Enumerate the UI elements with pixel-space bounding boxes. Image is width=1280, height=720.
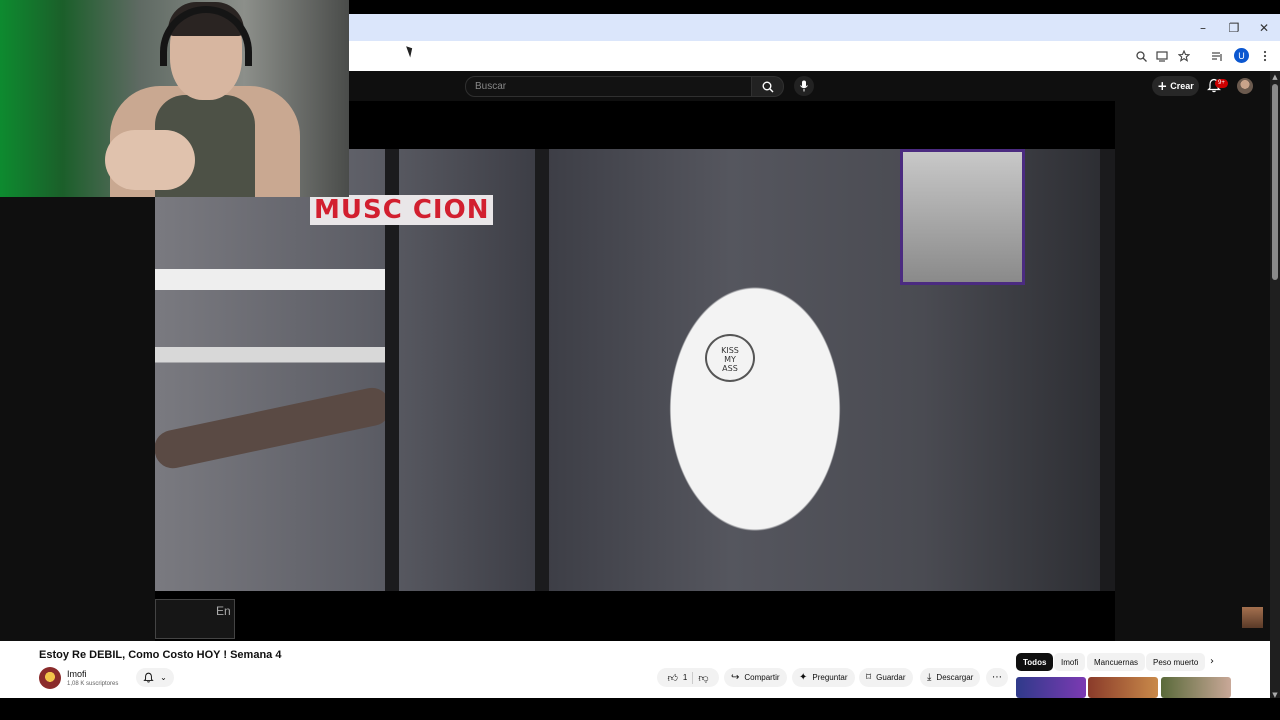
profile-avatar[interactable]: U xyxy=(1234,48,1249,63)
streamer-hand-image xyxy=(105,130,195,190)
divider xyxy=(692,671,694,684)
microphone-icon xyxy=(800,80,808,92)
rack-post-image xyxy=(1100,149,1115,591)
chevron-right-icon[interactable]: › xyxy=(1210,656,1224,670)
like-count: 1 xyxy=(682,673,688,682)
user-avatar[interactable] xyxy=(1237,78,1253,94)
save-button[interactable]: ⌑ Guardar xyxy=(859,668,913,687)
sparkle-icon: ✦ xyxy=(799,672,808,683)
video-title: Estoy Re DEBIL, Como Costo HOY ! Semana … xyxy=(39,649,282,661)
menu-kebab-icon[interactable] xyxy=(1256,47,1274,65)
overlay-text: En xyxy=(216,604,231,618)
gym-sign: MUSC CION xyxy=(310,195,494,225)
chevron-down-icon: ⌄ xyxy=(160,673,167,682)
wall-poster-image xyxy=(900,149,1025,285)
scroll-up-arrow-icon[interactable]: ▲ xyxy=(1271,73,1279,81)
search-icon xyxy=(762,81,773,92)
related-video-thumbnail[interactable] xyxy=(1161,677,1231,698)
create-label: Crear xyxy=(1170,81,1194,91)
plus-icon: + xyxy=(1157,79,1168,93)
restore-button[interactable]: ❐ xyxy=(1219,14,1249,41)
webcam-overlay xyxy=(0,0,349,197)
bookmark-star-icon[interactable] xyxy=(1175,47,1193,65)
search-button[interactable] xyxy=(752,76,784,97)
screen: – ❐ ✕ U Buscar + Crear 9+ MUSC CION KISS… xyxy=(0,0,1280,720)
shirt-print: KISS MY ASS xyxy=(705,334,755,382)
more-horizontal-icon: ⋯ xyxy=(992,672,1002,683)
reading-list-icon[interactable] xyxy=(1208,47,1226,65)
related-video-thumbnail[interactable] xyxy=(1088,677,1158,698)
subscriber-count: 1,08 K suscriptores xyxy=(67,681,119,687)
bookmark-icon: ⌑ xyxy=(866,672,872,683)
voice-search-button[interactable] xyxy=(794,76,814,96)
zoom-icon[interactable] xyxy=(1132,47,1150,65)
subscription-bell-button[interactable]: ⌄ xyxy=(136,668,174,687)
channel-name[interactable]: Imofi xyxy=(67,669,87,679)
like-dislike-group: 👍︎ 1 👎︎ xyxy=(657,668,719,687)
save-label: Guardar xyxy=(876,673,906,682)
scrollbar-thumb[interactable] xyxy=(1272,84,1278,280)
ask-button[interactable]: ✦ Preguntar xyxy=(792,668,855,687)
floating-thumbnail[interactable] xyxy=(1242,607,1263,628)
rack-post-image xyxy=(535,149,549,591)
minimize-button[interactable]: – xyxy=(1188,14,1218,41)
stream-overlay: En xyxy=(155,599,235,639)
bottom-black-strip xyxy=(0,698,1280,720)
download-label: Descargar xyxy=(936,673,974,682)
right-rail xyxy=(1115,101,1270,641)
notifications-badge: 9+ xyxy=(1215,79,1228,88)
share-button[interactable]: ↪ Compartir xyxy=(724,668,787,687)
search-input[interactable]: Buscar xyxy=(465,76,752,97)
chip-peso-muerto[interactable]: Peso muerto xyxy=(1146,653,1206,671)
channel-avatar[interactable] xyxy=(39,667,61,689)
dislike-icon[interactable]: 👎︎ xyxy=(698,672,708,684)
video-frame[interactable]: MUSC CION KISS MY ASS En xyxy=(155,149,1115,639)
more-actions-button[interactable]: ⋯ xyxy=(986,668,1008,687)
like-icon[interactable]: 👍︎ xyxy=(667,672,677,684)
download-icon: ⤓ xyxy=(927,672,932,683)
create-button[interactable]: + Crear xyxy=(1152,76,1199,96)
related-video-thumbnail[interactable] xyxy=(1016,677,1086,698)
chip-mancuernas[interactable]: Mancuernas xyxy=(1087,653,1146,671)
bell-icon xyxy=(143,672,154,683)
download-button[interactable]: ⤓ Descargar xyxy=(920,668,981,687)
close-button[interactable]: ✕ xyxy=(1249,14,1279,41)
video-info-section: Estoy Re DEBIL, Como Costo HOY ! Semana … xyxy=(0,641,1270,698)
share-label: Compartir xyxy=(744,673,780,682)
ask-label: Preguntar xyxy=(812,673,848,682)
share-icon: ↪ xyxy=(731,672,740,683)
install-icon[interactable] xyxy=(1153,47,1171,65)
chip-todos[interactable]: Todos xyxy=(1016,653,1054,671)
chip-imofi[interactable]: Imofi xyxy=(1054,653,1086,671)
